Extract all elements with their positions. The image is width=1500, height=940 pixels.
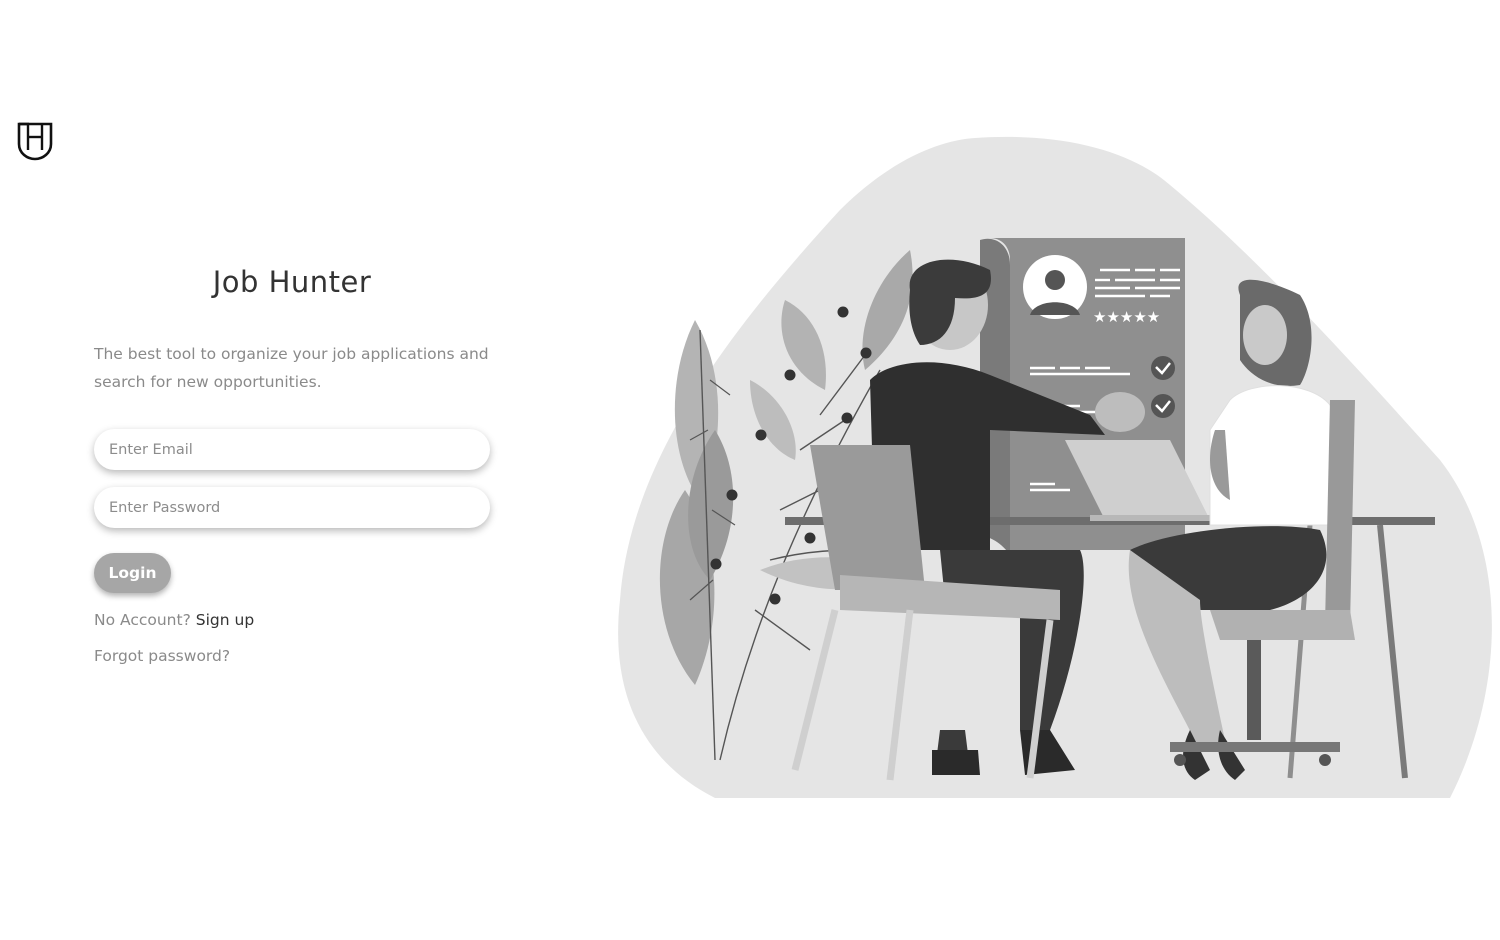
signup-prompt: No Account? Sign up — [94, 611, 494, 629]
email-field[interactable] — [94, 429, 490, 470]
login-panel: Job Hunter The best tool to organize you… — [94, 260, 494, 665]
job-interview-illustration: ★★★★★ — [618, 136, 1492, 798]
signup-link[interactable]: Sign up — [196, 611, 254, 629]
login-button[interactable]: Login — [94, 553, 171, 593]
login-page: Job Hunter The best tool to organize you… — [0, 0, 1500, 940]
no-account-text: No Account? — [94, 611, 191, 629]
page-title: Job Hunter — [212, 265, 372, 299]
forgot-password-link[interactable]: Forgot password? — [94, 647, 230, 665]
password-field[interactable] — [94, 487, 490, 528]
job-hunter-logo-icon[interactable] — [16, 120, 54, 162]
tagline: The best tool to organize your job appli… — [94, 345, 489, 391]
svg-text:★★★★★: ★★★★★ — [1093, 308, 1160, 326]
